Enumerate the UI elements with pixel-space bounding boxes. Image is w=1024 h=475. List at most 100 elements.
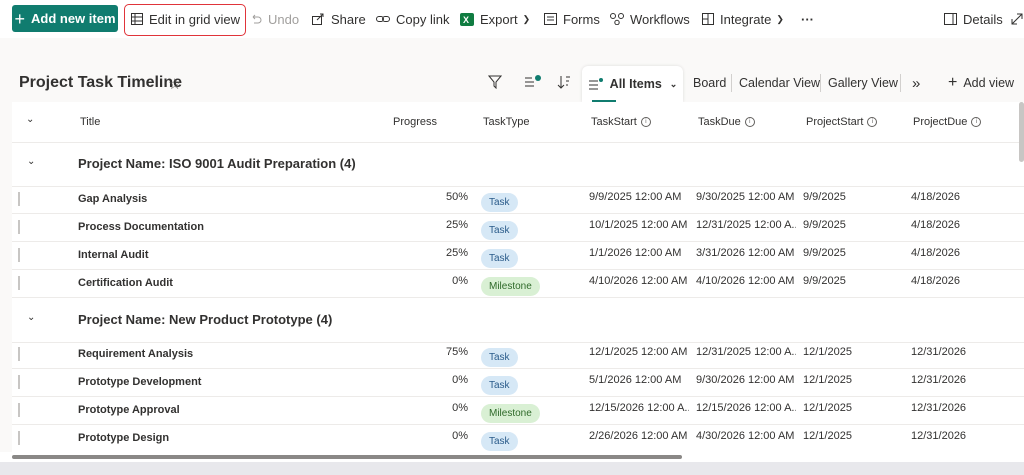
share-button[interactable]: Share <box>312 0 366 38</box>
cell-title[interactable]: Certification Audit <box>78 277 173 289</box>
expand-icon[interactable] <box>1011 0 1023 38</box>
column-header-title[interactable]: Title <box>80 116 100 128</box>
cell-projectdue: 12/31/2026 <box>911 374 967 386</box>
chevron-down-icon[interactable]: ⌄ <box>27 156 35 167</box>
horizontal-scrollbar[interactable] <box>0 452 1024 462</box>
workflows-icon <box>610 13 624 25</box>
cell-title[interactable]: Prototype Development <box>78 376 201 388</box>
table-row[interactable]: Prototype Design 0% Task 2/26/2026 12:00… <box>12 424 1024 453</box>
details-panel-icon <box>944 13 957 25</box>
list-options-icon <box>524 74 542 92</box>
more-views-icon: » <box>912 74 921 92</box>
row-handle[interactable] <box>18 220 20 234</box>
row-handle[interactable] <box>18 431 20 445</box>
table-row[interactable]: Prototype Approval 0% Milestone 12/15/20… <box>12 396 1024 425</box>
cell-title[interactable]: Requirement Analysis <box>78 348 193 360</box>
grid-icon <box>131 13 143 25</box>
view-divider <box>820 74 821 92</box>
excel-icon: X <box>460 12 474 26</box>
horizontal-scrollbar-thumb[interactable] <box>12 455 682 459</box>
cell-progress: 0% <box>452 374 468 386</box>
column-header-taskdue[interactable]: TaskDue i <box>698 116 755 128</box>
forms-label: Forms <box>563 11 600 27</box>
cell-taskdue: 12/31/2025 12:00 A... <box>696 219 796 231</box>
cell-title[interactable]: Process Documentation <box>78 221 204 233</box>
table-row[interactable]: Gap Analysis 50% Task 9/9/2025 12:00 AM … <box>12 185 1024 214</box>
chevron-down-icon[interactable]: ⌄ <box>27 312 35 323</box>
add-new-item-button[interactable]: + Add new item <box>12 5 118 32</box>
cell-title[interactable]: Gap Analysis <box>78 193 147 205</box>
more-actions-button[interactable]: ··· <box>801 0 814 38</box>
export-button[interactable]: X Export ❯ <box>460 0 530 38</box>
row-handle[interactable] <box>18 403 20 417</box>
tasktype-chip: Task <box>481 432 518 451</box>
cell-taskstart: 12/15/2026 12:00 A... <box>589 402 689 414</box>
cell-title[interactable]: Prototype Approval <box>78 404 180 416</box>
plus-icon: + <box>14 8 25 29</box>
more-views-button[interactable]: » <box>912 66 920 100</box>
vertical-scrollbar[interactable] <box>1019 102 1024 162</box>
cell-projectdue: 4/18/2026 <box>911 191 960 203</box>
group-by-button[interactable] <box>524 66 542 100</box>
view-board[interactable]: Board <box>693 66 726 100</box>
table-row[interactable]: Requirement Analysis 75% Task 12/1/2025 … <box>12 340 1024 369</box>
view-gallery[interactable]: Gallery View <box>828 66 898 100</box>
chevron-down-icon: ❯ <box>776 13 784 24</box>
column-header-progress[interactable]: Progress <box>393 116 437 128</box>
group-header[interactable]: ⌄ Project Name: ISO 9001 Audit Preparati… <box>12 142 1024 187</box>
sort-button[interactable] <box>557 66 571 100</box>
info-icon: i <box>744 117 755 127</box>
cell-progress: 75% <box>445 346 468 358</box>
cell-projectdue: 4/18/2026 <box>911 219 960 231</box>
cell-taskdue: 12/15/2026 12:00 A... <box>696 402 796 414</box>
row-handle[interactable] <box>18 347 20 361</box>
view-divider <box>731 74 732 92</box>
tasktype-chip: Task <box>481 193 518 212</box>
view-calendar-label: Calendar View <box>739 76 821 90</box>
integrate-label: Integrate <box>720 11 772 27</box>
cell-projectstart: 12/1/2025 <box>803 402 852 414</box>
table-row[interactable]: Process Documentation 25% Task 10/1/2025… <box>12 213 1024 242</box>
row-handle[interactable] <box>18 248 20 262</box>
view-board-label: Board <box>693 76 727 90</box>
table-row[interactable]: Certification Audit 0% Milestone 4/10/20… <box>12 269 1024 298</box>
favorite-star-icon[interactable]: ☆ <box>168 75 181 93</box>
column-header-tasktype[interactable]: TaskType <box>483 116 529 128</box>
integrate-button[interactable]: Integrate ❯ <box>702 0 784 38</box>
table-row[interactable]: Internal Audit 25% Task 1/1/2026 12:00 A… <box>12 241 1024 270</box>
column-header-projectstart[interactable]: ProjectStart i <box>806 116 878 128</box>
group-title: Project Name: ISO 9001 Audit Preparation… <box>78 156 356 171</box>
details-button[interactable]: Details <box>944 0 1003 38</box>
column-taskstart-label: TaskStart <box>591 116 637 128</box>
chevron-down-icon: ❯ <box>522 13 531 24</box>
workflows-label: Workflows <box>630 11 690 27</box>
cell-taskdue: 12/31/2025 12:00 A... <box>696 346 796 358</box>
edit-in-grid-view-button[interactable]: Edit in grid view <box>131 0 240 38</box>
forms-button[interactable]: Forms <box>544 0 600 38</box>
workflows-button[interactable]: Workflows <box>610 0 690 38</box>
cell-title[interactable]: Internal Audit <box>78 249 148 261</box>
add-view-label: Add view <box>963 76 1015 90</box>
cell-projectdue: 4/18/2026 <box>911 247 960 259</box>
group-header[interactable]: ⌄ Project Name: New Product Prototype (4… <box>12 298 1024 343</box>
cell-projectdue: 12/31/2026 <box>911 402 967 414</box>
row-handle[interactable] <box>18 192 20 206</box>
undo-button[interactable]: Undo <box>250 0 299 38</box>
view-all-items[interactable]: All Items ⌄ <box>582 66 683 102</box>
row-handle[interactable] <box>18 375 20 389</box>
view-calendar[interactable]: Calendar View <box>739 66 820 100</box>
cell-title[interactable]: Prototype Design <box>78 432 169 444</box>
info-icon: i <box>971 117 982 127</box>
column-header-taskstart[interactable]: TaskStart i <box>591 116 651 128</box>
column-tasktype-label: TaskType <box>483 116 530 128</box>
cell-progress: 0% <box>452 275 468 287</box>
group-title: Project Name: New Product Prototype (4) <box>78 312 333 327</box>
filter-button[interactable] <box>487 66 503 100</box>
add-view-button[interactable]: + Add view <box>948 66 1014 100</box>
row-handle[interactable] <box>18 276 20 290</box>
table-row[interactable]: Prototype Development 0% Task 5/1/2026 1… <box>12 368 1024 397</box>
column-header-projectdue[interactable]: ProjectDue i <box>913 116 982 128</box>
collapse-all-chevron-icon[interactable]: ⌄ <box>26 114 34 125</box>
copy-link-button[interactable]: Copy link <box>376 0 449 38</box>
cell-projectstart: 9/9/2025 <box>803 247 846 259</box>
